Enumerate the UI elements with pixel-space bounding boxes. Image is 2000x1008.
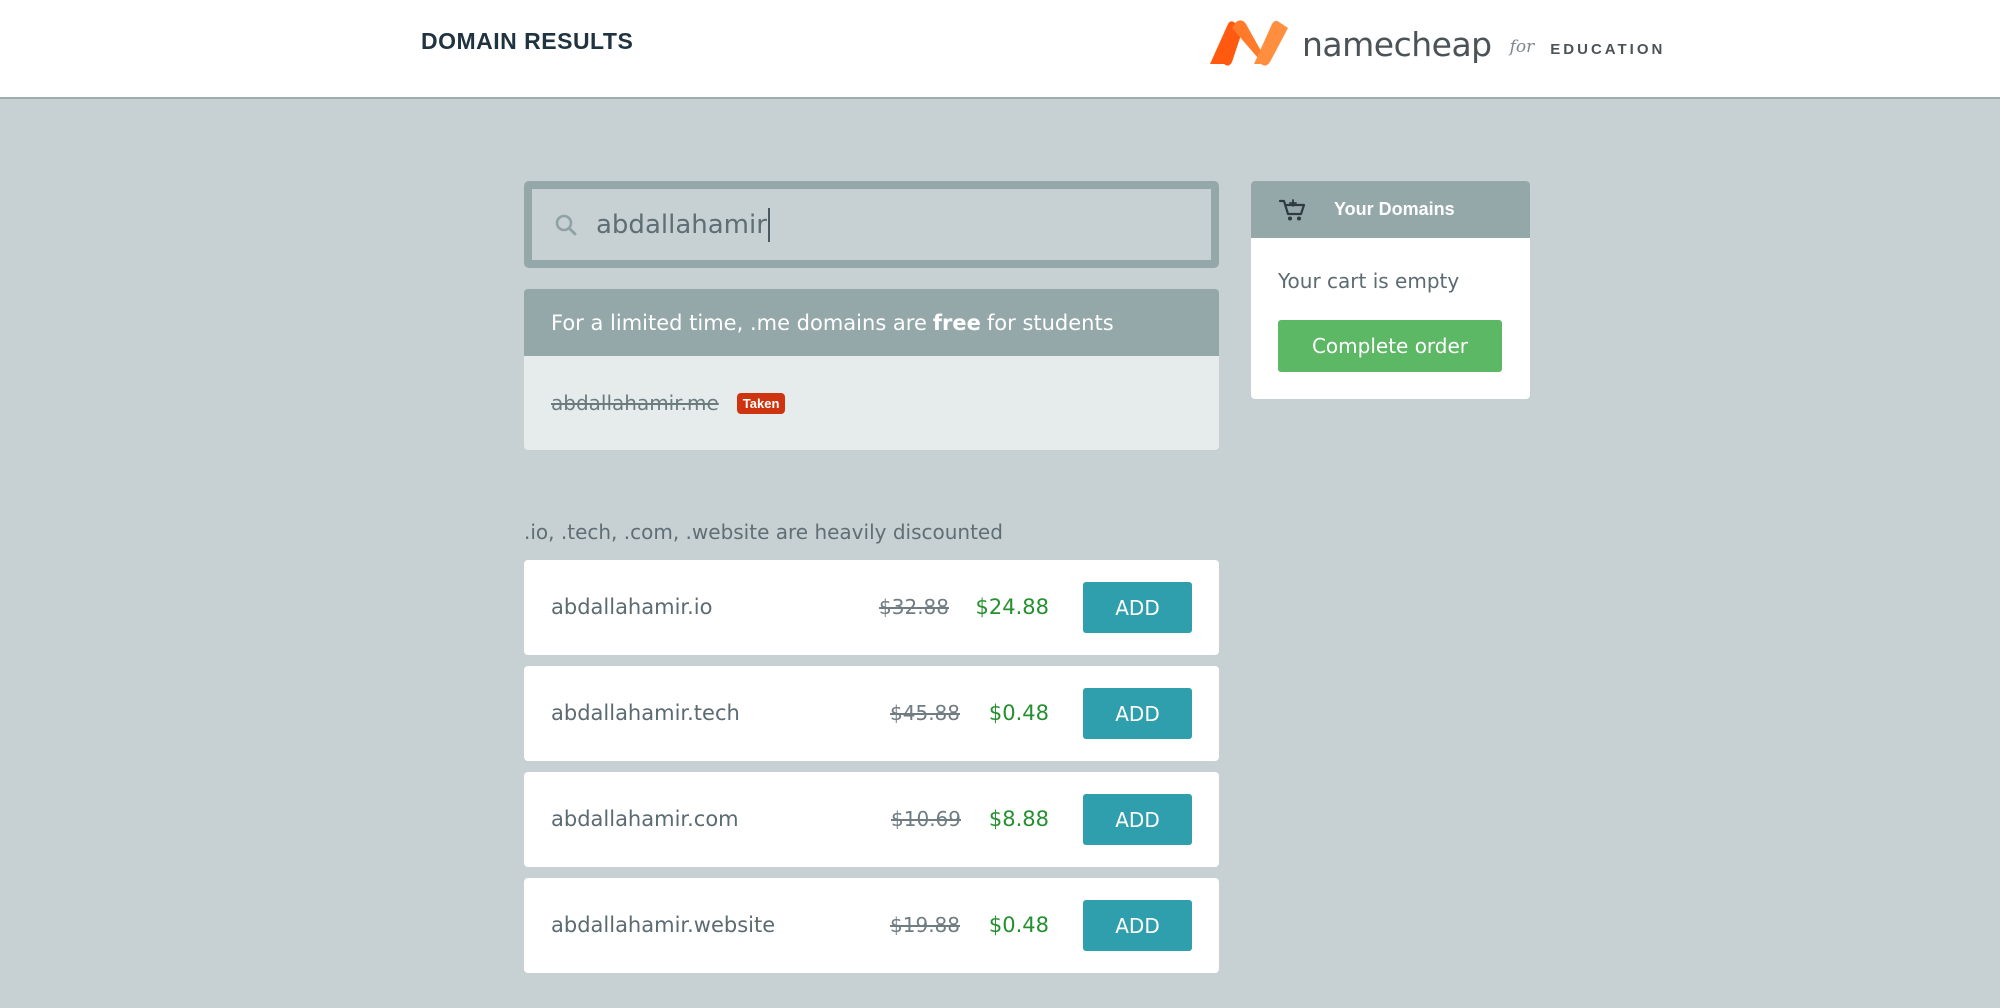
- brand-program: EDUCATION: [1550, 40, 1666, 58]
- cart-header: Your Domains: [1251, 181, 1530, 238]
- domain-name: abdallahamir.io: [551, 595, 713, 619]
- namecheap-logo-icon: [1210, 20, 1288, 66]
- old-price: $10.69: [891, 807, 961, 831]
- domain-name: abdallahamir.website: [551, 913, 776, 937]
- page-header: DOMAIN RESULTS namecheap for EDUCATION: [0, 0, 2000, 99]
- old-price: $32.88: [879, 595, 949, 619]
- add-button[interactable]: ADD: [1083, 900, 1192, 951]
- add-button[interactable]: ADD: [1083, 582, 1192, 633]
- page-title: DOMAIN RESULTS: [421, 28, 634, 54]
- domain-row: abdallahamir.website $19.88 $0.48 ADD: [524, 878, 1219, 973]
- promo-text-before: For a limited time, .me domains are: [551, 310, 927, 335]
- add-button[interactable]: ADD: [1083, 794, 1192, 845]
- new-price: $24.88: [975, 595, 1049, 619]
- cart-title: Your Domains: [1334, 199, 1455, 219]
- search-input[interactable]: abdallahamir: [596, 207, 770, 242]
- me-promo-panel: For a limited time, .me domains are free…: [524, 289, 1219, 450]
- brand-logo[interactable]: namecheap for EDUCATION: [1206, 16, 1665, 70]
- old-price: $45.88: [890, 701, 960, 725]
- new-price: $0.48: [988, 913, 1049, 937]
- cart-icon: [1279, 198, 1306, 220]
- domain-name: abdallahamir.com: [551, 807, 739, 831]
- brand-name: namecheap: [1302, 24, 1492, 64]
- promo-text-bold: free: [932, 310, 981, 335]
- me-result-row: abdallahamir.me Taken: [524, 356, 1219, 450]
- new-price: $0.48: [988, 701, 1049, 725]
- search-icon: [555, 214, 577, 235]
- discount-heading: .io, .tech, .com, .website are heavily d…: [524, 520, 1003, 544]
- brand-for: for: [1509, 37, 1535, 57]
- status-badge: Taken: [736, 392, 786, 414]
- promo-text-after: for students: [986, 310, 1114, 335]
- cart-empty-text: Your cart is empty: [1278, 269, 1460, 293]
- domain-search-box: abdallahamir: [524, 181, 1219, 268]
- domain-row: abdallahamir.tech $45.88 $0.48 ADD: [524, 666, 1219, 761]
- complete-order-button[interactable]: Complete order: [1278, 320, 1502, 372]
- cart-panel: Your Domains Your cart is empty Complete…: [1251, 181, 1530, 399]
- new-price: $8.88: [988, 807, 1049, 831]
- promo-banner: For a limited time, .me domains are free…: [524, 289, 1219, 356]
- taken-domain: abdallahamir.me: [551, 391, 719, 415]
- search-field[interactable]: abdallahamir: [532, 189, 1211, 260]
- domain-name: abdallahamir.tech: [551, 701, 740, 725]
- domain-row: abdallahamir.com $10.69 $8.88 ADD: [524, 772, 1219, 867]
- old-price: $19.88: [890, 913, 960, 937]
- add-button[interactable]: ADD: [1083, 688, 1192, 739]
- domain-row: abdallahamir.io $32.88 $24.88 ADD: [524, 560, 1219, 655]
